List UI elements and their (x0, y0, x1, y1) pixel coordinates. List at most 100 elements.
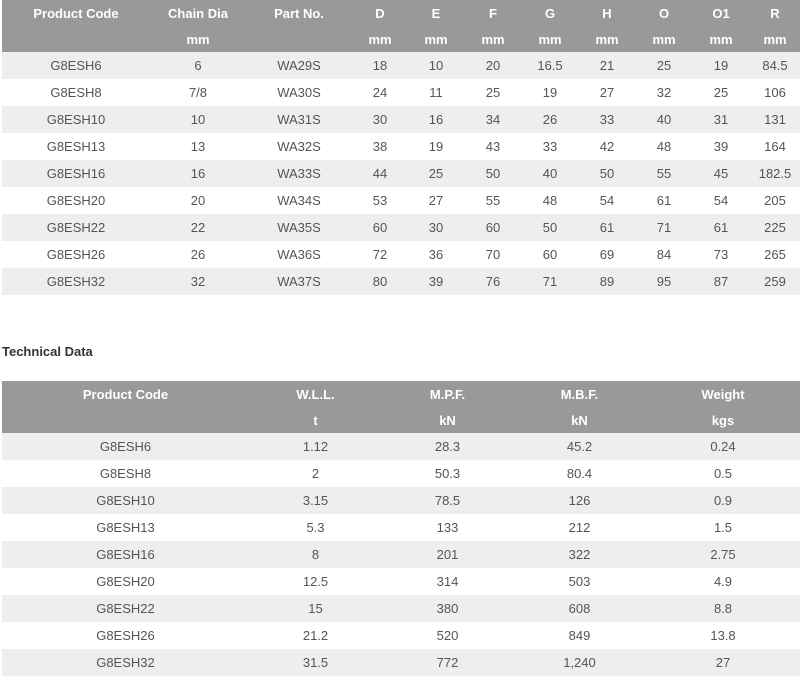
technical-data-table-cell: 201 (382, 541, 513, 568)
technical-data-table-cell: G8ESH6 (2, 433, 249, 460)
technical-data-table-cell: 5.3 (249, 514, 382, 541)
technical-data-table-cell: 8.8 (646, 595, 800, 622)
dimensions-table-unit-cell: mm (352, 26, 408, 52)
dimensions-table-head: Product Code Chain Dia Part No. D E F G H O O1 Rmm… (2, 0, 800, 52)
dimensions-table-row: G8ESH16 16 WA33S 44 25 50 40 50 55 45 182.5 (2, 160, 800, 187)
dimensions-table-cell: 13 (150, 133, 246, 160)
dimensions-table-cell: 42 (578, 133, 636, 160)
dimensions-table-unit-cell (2, 26, 150, 52)
dimensions-table-cell: 30 (408, 214, 464, 241)
technical-data-table-cell: G8ESH10 (2, 487, 249, 514)
dimensions-table-cell: 54 (578, 187, 636, 214)
dimensions-table-cell: 71 (636, 214, 692, 241)
dimensions-table-cell: 53 (352, 187, 408, 214)
dimensions-table-cell: 24 (352, 79, 408, 106)
dimensions-table-cell: 164 (750, 133, 800, 160)
technical-data-table-row: G8ESH26 21.2 520 849 13.8 (2, 622, 800, 649)
technical-data-table-cell: 1.5 (646, 514, 800, 541)
dimensions-table-cell: 50 (578, 160, 636, 187)
dimensions-table-cell: 26 (522, 106, 578, 133)
dimensions-table-cell: 22 (150, 214, 246, 241)
technical-data-table-cell: 0.24 (646, 433, 800, 460)
dimensions-table-header-cell: Product Code (2, 0, 150, 26)
dimensions-table-cell: 16.5 (522, 52, 578, 79)
technical-data-table-cell: G8ESH22 (2, 595, 249, 622)
technical-data-table-row: G8ESH22 15 380 608 8.8 (2, 595, 800, 622)
dimensions-table-header-cell: F (464, 0, 522, 26)
technical-data-table-header-cell: M.P.F. (382, 381, 513, 407)
dimensions-table-unit-cell: mm (636, 26, 692, 52)
technical-data-table-cell: 212 (513, 514, 646, 541)
dimensions-table-row: G8ESH22 22 WA35S 60 30 60 50 61 71 61 225 (2, 214, 800, 241)
dimensions-table-cell: 19 (522, 79, 578, 106)
dimensions-table-header-cell: R (750, 0, 800, 26)
technical-data-table-cell: 80.4 (513, 460, 646, 487)
dimensions-table-cell: 48 (636, 133, 692, 160)
dimensions-table-cell: G8ESH32 (2, 268, 150, 295)
technical-data-table-cell: 314 (382, 568, 513, 595)
dimensions-table-cell: 34 (464, 106, 522, 133)
technical-data-table-row: G8ESH20 12.5 314 503 4.9 (2, 568, 800, 595)
technical-data-table-cell: 772 (382, 649, 513, 676)
dimensions-table-cell: 21 (578, 52, 636, 79)
dimensions-table-cell: 25 (464, 79, 522, 106)
dimensions-table-cell: 33 (578, 106, 636, 133)
dimensions-table-body: G8ESH6 6 WA29S 18 10 20 16.5 21 25 19 84.5 G8ESH8 7/… (2, 52, 800, 295)
dimensions-table-cell: WA36S (246, 241, 352, 268)
dimensions-table-header-cell: O (636, 0, 692, 26)
dimensions-table-header-cell: H (578, 0, 636, 26)
technical-data-table-cell: G8ESH13 (2, 514, 249, 541)
dimensions-table-cell: WA32S (246, 133, 352, 160)
dimensions-table-cell: 20 (150, 187, 246, 214)
dimensions-table-cell: 50 (522, 214, 578, 241)
dimensions-table-cell: 31 (692, 106, 750, 133)
technical-data-table-cell: 21.2 (249, 622, 382, 649)
dimensions-table-cell: 60 (522, 241, 578, 268)
technical-data-table-cell: G8ESH8 (2, 460, 249, 487)
dimensions-table-cell: 182.5 (750, 160, 800, 187)
dimensions-table-cell: 225 (750, 214, 800, 241)
dimensions-table-row: G8ESH26 26 WA36S 72 36 70 60 69 84 73 265 (2, 241, 800, 268)
dimensions-table-cell: 32 (636, 79, 692, 106)
dimensions-table-unit-cell: mm (692, 26, 750, 52)
technical-data-table-cell: 1.12 (249, 433, 382, 460)
technical-data-table-cell: 503 (513, 568, 646, 595)
dimensions-table-cell: 76 (464, 268, 522, 295)
technical-data-table-cell: 45.2 (513, 433, 646, 460)
technical-data-table-header-cell: Weight (646, 381, 800, 407)
technical-data-table-unit-cell: t (249, 407, 382, 433)
dimensions-table-cell: 61 (636, 187, 692, 214)
dimensions-table-cell: 71 (522, 268, 578, 295)
dimensions-table-cell: 84.5 (750, 52, 800, 79)
dimensions-table-cell: 19 (408, 133, 464, 160)
dimensions-table-row: G8ESH10 10 WA31S 30 16 34 26 33 40 31 131 (2, 106, 800, 133)
technical-data-table-cell: 13.8 (646, 622, 800, 649)
technical-data-table-cell: 849 (513, 622, 646, 649)
technical-data-table: Product Code W.L.L. M.P.F. M.B.F. Weight t kN k… (2, 381, 800, 676)
dimensions-table-cell: G8ESH26 (2, 241, 150, 268)
technical-data-table-unit-cell: kN (382, 407, 513, 433)
technical-data-table-cell: 2 (249, 460, 382, 487)
technical-data-table-cell: G8ESH16 (2, 541, 249, 568)
dimensions-table-row: G8ESH32 32 WA37S 80 39 76 71 89 95 87 259 (2, 268, 800, 295)
dimensions-table-cell: 10 (408, 52, 464, 79)
dimensions-table-header-cell: O1 (692, 0, 750, 26)
dimensions-table-cell: 16 (408, 106, 464, 133)
dimensions-table-cell: 60 (464, 214, 522, 241)
dimensions-table-cell: 19 (692, 52, 750, 79)
technical-data-table-unit-cell (2, 407, 249, 433)
dimensions-table-cell: 48 (522, 187, 578, 214)
dimensions-table-cell: 89 (578, 268, 636, 295)
technical-data-table-cell: 133 (382, 514, 513, 541)
dimensions-table-header-cell: D (352, 0, 408, 26)
dimensions-table-cell: 80 (352, 268, 408, 295)
dimensions-table-header-cell: Chain Dia (150, 0, 246, 26)
dimensions-table-header-cell: G (522, 0, 578, 26)
dimensions-table-cell: G8ESH22 (2, 214, 150, 241)
dimensions-table-unit-cell: mm (522, 26, 578, 52)
dimensions-table-cell: 131 (750, 106, 800, 133)
dimensions-table-cell: WA29S (246, 52, 352, 79)
dimensions-table-cell: 18 (352, 52, 408, 79)
technical-data-table-row: G8ESH10 3.15 78.5 126 0.9 (2, 487, 800, 514)
dimensions-table-cell: 106 (750, 79, 800, 106)
